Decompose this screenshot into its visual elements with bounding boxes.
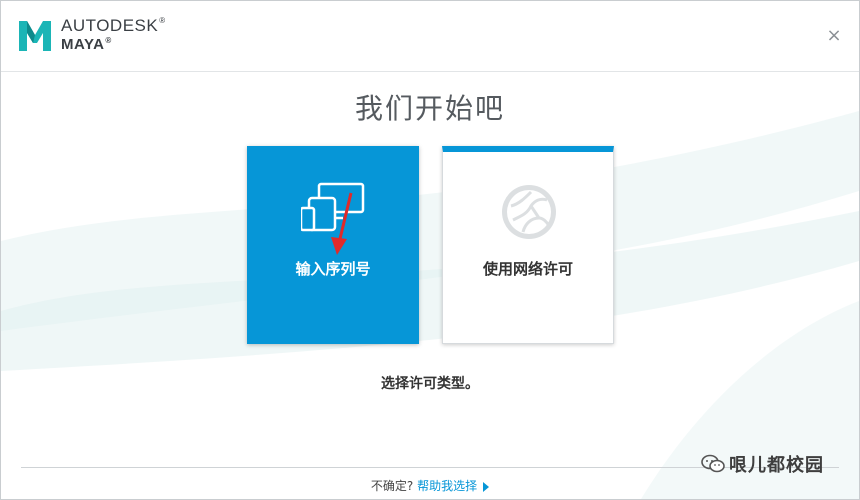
footer: 不确定? 帮助我选择 [1, 477, 859, 494]
enter-serial-number-label: 输入序列号 [295, 260, 371, 278]
brand-maya: MAYA [61, 36, 105, 53]
watermark: 哏儿都校园 [701, 451, 824, 477]
header-bar: AUTODESK® MAYA® × [1, 1, 859, 72]
devices-icon [301, 182, 365, 232]
maya-logo-icon [19, 21, 51, 51]
network-license-label: 使用网络许可 [482, 260, 573, 278]
globe-icon [502, 185, 556, 239]
brand-wordmark: AUTODESK® MAYA® [61, 16, 166, 53]
close-icon: × [826, 25, 842, 46]
play-arrow-icon [483, 481, 490, 492]
network-license-card[interactable]: 使用网络许可 [442, 146, 614, 344]
brand-autodesk: AUTODESK [61, 16, 159, 35]
watermark-text: 哏儿都校园 [729, 455, 824, 476]
dialog-window: AUTODESK® MAYA® × 我们开始吧 输入序列号 使用网络许可 选择许… [0, 0, 860, 500]
help-me-choose-label: 帮助我选择 [417, 479, 478, 493]
footer-question: 不确定? [370, 479, 414, 493]
enter-serial-number-card[interactable]: 输入序列号 [247, 146, 419, 344]
wechat-icon [701, 454, 725, 473]
close-button[interactable]: × [825, 27, 843, 45]
background-swoosh [1, 111, 859, 499]
page-title: 我们开始吧 [354, 92, 505, 125]
help-me-choose-link[interactable]: 帮助我选择 [417, 479, 490, 493]
select-license-type-prompt: 选择许可类型。 [381, 376, 479, 392]
